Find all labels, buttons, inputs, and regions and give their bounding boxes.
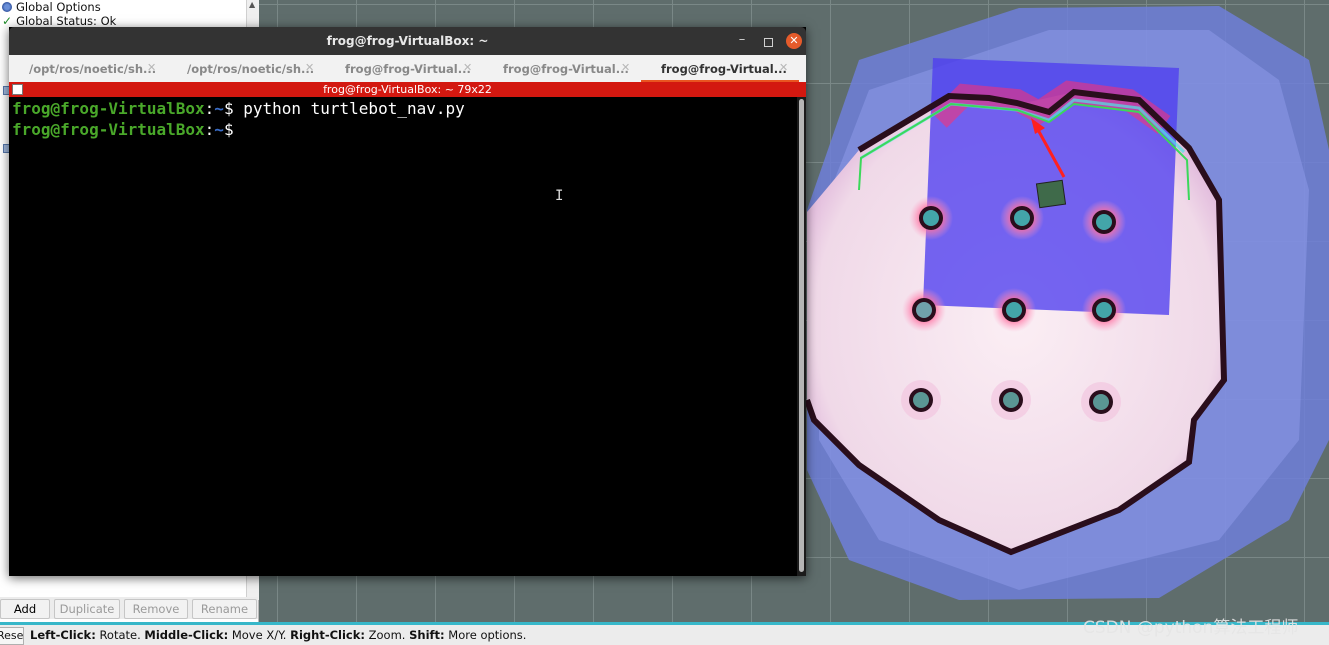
terminal-line: frog@frog-VirtualBox:~$ bbox=[12, 120, 243, 139]
command-text: python turtlebot_nav.py bbox=[243, 99, 465, 118]
prompt-user: frog@frog-VirtualBox bbox=[12, 120, 205, 139]
scroll-up-arrow-icon[interactable]: ▲ bbox=[249, 0, 255, 9]
terminal-window[interactable]: frog@frog-VirtualBox: ~ – ✕ /opt/ros/noe… bbox=[9, 27, 806, 576]
hint-key: Middle-Click: bbox=[144, 628, 229, 642]
prompt-path: ~ bbox=[214, 120, 224, 139]
tab-label: frog@frog-Virtual... bbox=[661, 62, 787, 76]
minimize-button[interactable]: – bbox=[734, 32, 750, 48]
hint-key: Right-Click: bbox=[290, 628, 365, 642]
tab-close-icon[interactable]: ✕ bbox=[305, 61, 314, 74]
add-button[interactable]: Add bbox=[0, 599, 50, 619]
hint-action: More options. bbox=[448, 628, 527, 642]
tree-item-global-options[interactable]: Global Options bbox=[2, 0, 101, 14]
hint-action: Move X/Y. bbox=[231, 628, 287, 642]
tree-item-global-status[interactable]: ✓ Global Status: Ok bbox=[2, 14, 116, 28]
terminal-size-label: frog@frog-VirtualBox: ~ 79x22 bbox=[323, 83, 492, 96]
window-title: frog@frog-VirtualBox: ~ bbox=[326, 34, 489, 48]
prompt-symbol: $ bbox=[223, 120, 244, 139]
terminal-output[interactable]: frog@frog-VirtualBox:~$ python turtlebot… bbox=[9, 97, 796, 576]
tab-label: frog@frog-Virtual... bbox=[503, 62, 629, 76]
tab-close-icon[interactable]: ✕ bbox=[463, 61, 472, 74]
tab-close-icon[interactable]: ✕ bbox=[779, 61, 788, 74]
panel-button-row: Add Duplicate Remove Rename bbox=[0, 597, 258, 619]
prompt-symbol: $ bbox=[223, 99, 244, 118]
terminal-tab[interactable]: frog@frog-Virtual... ✕ bbox=[483, 55, 641, 82]
remove-button[interactable]: Remove bbox=[124, 599, 188, 619]
obstacle-pillars bbox=[901, 196, 1126, 422]
prompt-user: frog@frog-VirtualBox bbox=[12, 99, 205, 118]
tab-close-icon[interactable]: ✕ bbox=[147, 61, 156, 74]
status-hint: Left-Click: Rotate. Middle-Click: Move X… bbox=[30, 628, 526, 642]
hint-action: Zoom. bbox=[368, 628, 406, 642]
gear-icon bbox=[2, 2, 12, 12]
watermark: CSDN @python算法工程师 bbox=[1083, 618, 1299, 638]
tab-label: /opt/ros/noetic/sh... bbox=[29, 62, 157, 76]
tab-label: frog@frog-Virtual... bbox=[345, 62, 471, 76]
reset-button[interactable]: Reset bbox=[0, 627, 24, 645]
terminal-tab[interactable]: /opt/ros/noetic/sh... ✕ bbox=[167, 55, 325, 82]
terminal-line: frog@frog-VirtualBox:~$ python turtlebot… bbox=[12, 99, 465, 118]
close-button[interactable]: ✕ bbox=[786, 33, 802, 49]
terminal-tab[interactable]: /opt/ros/noetic/sh... ✕ bbox=[9, 55, 167, 82]
prompt-path: ~ bbox=[214, 99, 224, 118]
global-options-label: Global Options bbox=[16, 0, 101, 14]
prompt-separator: : bbox=[204, 99, 215, 118]
hint-key: Shift: bbox=[409, 628, 445, 642]
prompt-separator: : bbox=[204, 120, 215, 139]
duplicate-button[interactable]: Duplicate bbox=[54, 599, 120, 619]
terminal-tab-active[interactable]: frog@frog-Virtual... ✕ bbox=[641, 55, 799, 82]
robot-footprint bbox=[1035, 179, 1067, 209]
scrollbar-thumb[interactable] bbox=[799, 99, 804, 572]
text-cursor-icon: Ι bbox=[555, 188, 564, 204]
rename-button[interactable]: Rename bbox=[192, 599, 257, 619]
maximize-button[interactable] bbox=[760, 32, 776, 48]
terminal-tab[interactable]: frog@frog-Virtual... ✕ bbox=[325, 55, 483, 82]
hint-key: Left-Click: bbox=[30, 628, 96, 642]
terminal-scrollbar[interactable] bbox=[797, 97, 806, 576]
terminal-icon bbox=[12, 84, 23, 95]
terminal-size-header: frog@frog-VirtualBox: ~ 79x22 bbox=[9, 82, 806, 97]
terminal-tab-bar: /opt/ros/noetic/sh... ✕ /opt/ros/noetic/… bbox=[9, 55, 806, 83]
tab-label: /opt/ros/noetic/sh... bbox=[187, 62, 315, 76]
hint-action: Rotate. bbox=[99, 628, 141, 642]
maximize-icon bbox=[763, 38, 773, 47]
checkmark-icon: ✓ bbox=[2, 14, 13, 28]
global-status-label: Global Status: Ok bbox=[16, 14, 117, 28]
tab-close-icon[interactable]: ✕ bbox=[621, 61, 630, 74]
terminal-titlebar[interactable]: frog@frog-VirtualBox: ~ – ✕ bbox=[9, 27, 806, 55]
